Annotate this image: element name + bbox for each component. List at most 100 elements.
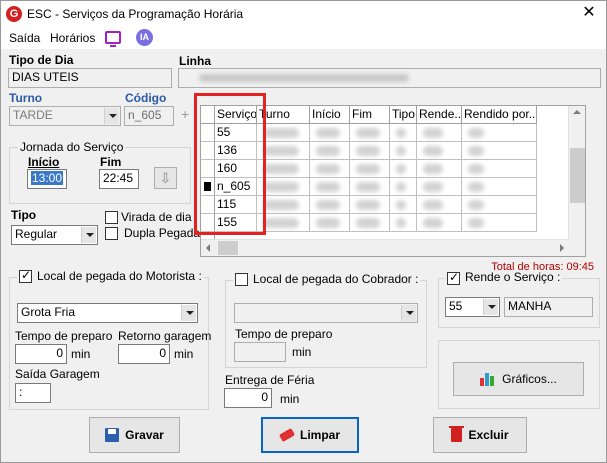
monitor-icon[interactable]: [105, 31, 121, 47]
graficos-button[interactable]: Gráficos...: [453, 362, 584, 396]
grid-cell-blurred[interactable]: [310, 142, 350, 160]
rende-servico-select[interactable]: 55: [445, 297, 500, 317]
rende-checkbox[interactable]: [447, 270, 460, 285]
motorista-tempo-field[interactable]: 0: [15, 344, 67, 364]
dupla-pegada-checkbox[interactable]: [105, 227, 118, 240]
blurred-text: [356, 128, 380, 138]
grid-cell-blurred[interactable]: [462, 124, 537, 142]
blurred-text: [263, 146, 299, 156]
motorista-local-select[interactable]: Grota Fria: [17, 303, 198, 323]
grid-header-inicio[interactable]: Início: [310, 106, 350, 124]
blurred-text: [316, 164, 340, 174]
grid-cell-blurred[interactable]: [350, 214, 390, 232]
blurred-text: [356, 218, 380, 228]
cobrador-checkbox[interactable]: [235, 273, 248, 286]
grid-cell-blurred[interactable]: [417, 178, 462, 196]
grid-cell-blurred[interactable]: [350, 142, 390, 160]
grid-cell-blurred[interactable]: [310, 160, 350, 178]
blurred-text: [316, 200, 340, 210]
excluir-button[interactable]: Excluir: [433, 417, 527, 453]
retorno-garagem-field[interactable]: 0: [118, 344, 170, 364]
virada-dia-label: Virada de dia: [121, 210, 192, 224]
limpar-button[interactable]: Limpar: [261, 417, 359, 453]
jornada-title: Jornada do Serviço: [18, 140, 126, 154]
grid-cell-blurred[interactable]: [350, 178, 390, 196]
inicio-field[interactable]: 13:00: [27, 169, 67, 189]
grid-cell-blurred[interactable]: [310, 124, 350, 142]
grid-cell-blurred[interactable]: [390, 178, 417, 196]
blurred-text: [468, 128, 484, 138]
inicio-value: 13:00: [31, 171, 64, 185]
grid-vertical-scrollbar[interactable]: [568, 106, 585, 240]
grid-cell-blurred[interactable]: [462, 178, 537, 196]
grid-cell-blurred[interactable]: [310, 196, 350, 214]
codigo-field: n_605: [124, 106, 174, 126]
grid-cell-blurred[interactable]: [417, 124, 462, 142]
linha-field: [178, 68, 601, 88]
ia-icon[interactable]: IA: [136, 29, 153, 46]
menu-saida[interactable]: Saída: [9, 29, 40, 47]
grid-cell-blurred[interactable]: [417, 160, 462, 178]
menu-horarios[interactable]: Horários: [50, 29, 95, 47]
motorista-checkbox[interactable]: [19, 268, 32, 283]
gravar-button[interactable]: Gravar: [89, 417, 180, 453]
blurred-text: [316, 182, 340, 192]
retorno-garagem-label: Retorno garagem: [118, 329, 212, 343]
blurred-text: [423, 146, 443, 156]
blurred-text: [396, 164, 406, 174]
plus-icon[interactable]: +: [181, 106, 189, 122]
grid-cell-blurred[interactable]: [310, 178, 350, 196]
scroll-left-icon[interactable]: [206, 244, 210, 252]
grid-header-rende[interactable]: Rende...: [417, 106, 462, 124]
grid-cell-blurred[interactable]: [417, 214, 462, 232]
grid-cell-blurred[interactable]: [390, 124, 417, 142]
ferias-min: min: [280, 392, 300, 406]
window: G ESC - Serviços da Programação Horária …: [0, 0, 607, 463]
grid-cell-blurred[interactable]: [390, 196, 417, 214]
blurred-text: [263, 164, 299, 174]
blurred-text: [468, 146, 484, 156]
graficos-button-label: Gráficos...: [502, 372, 557, 386]
scroll-right-icon[interactable]: [560, 244, 564, 252]
scroll-up-icon[interactable]: [573, 110, 581, 114]
grid-cell-blurred[interactable]: [310, 214, 350, 232]
grid-cell-blurred[interactable]: [462, 196, 537, 214]
blurred-text: [316, 146, 340, 156]
grid-cell-blurred[interactable]: [417, 196, 462, 214]
cobrador-tempo-label: Tempo de preparo: [235, 327, 333, 341]
virada-dia-checkbox[interactable]: [105, 211, 118, 224]
grid-cell-blurred[interactable]: [462, 142, 537, 160]
grid-horizontal-scrollbar[interactable]: [201, 239, 569, 256]
grid-cell-blurred[interactable]: [462, 214, 537, 232]
close-icon[interactable]: ✕: [580, 4, 598, 22]
bar-chart-icon: [480, 372, 496, 386]
blurred-text: [423, 128, 443, 138]
grid-cell-blurred[interactable]: [417, 142, 462, 160]
blurred-text: [468, 218, 484, 228]
blurred-text: [396, 146, 406, 156]
window-title: ESC - Serviços da Programação Horária: [27, 7, 244, 21]
grid-cell-blurred[interactable]: [462, 160, 537, 178]
down-arrow-button[interactable]: ⇩: [154, 167, 177, 189]
gravar-button-label: Gravar: [125, 428, 164, 442]
fim-field[interactable]: 22:45: [99, 169, 139, 189]
scroll-thumb[interactable]: [570, 148, 585, 203]
ferias-field[interactable]: 0: [224, 388, 272, 408]
grid-cell-blurred[interactable]: [350, 160, 390, 178]
grid-cell-blurred[interactable]: [390, 142, 417, 160]
grid-cell-blurred[interactable]: [350, 124, 390, 142]
cobrador-tempo-field: [234, 342, 286, 362]
blurred-text: [263, 200, 299, 210]
grid-cell-blurred[interactable]: [350, 196, 390, 214]
title-bar: G ESC - Serviços da Programação Horária …: [1, 1, 606, 29]
tipo-select[interactable]: Regular: [11, 225, 98, 245]
grid-header-fim[interactable]: Fim: [350, 106, 390, 124]
grid-header-tipo[interactable]: Tipo: [390, 106, 417, 124]
saida-garagem-field[interactable]: :: [15, 383, 51, 403]
grid-cell-blurred[interactable]: [390, 214, 417, 232]
scroll-thumb-h[interactable]: [218, 241, 238, 255]
cobrador-tempo-min: min: [292, 345, 312, 359]
grid-cell-blurred[interactable]: [390, 160, 417, 178]
grid-header-rendido-por[interactable]: Rendido por...: [462, 106, 537, 124]
save-icon: [105, 428, 120, 442]
